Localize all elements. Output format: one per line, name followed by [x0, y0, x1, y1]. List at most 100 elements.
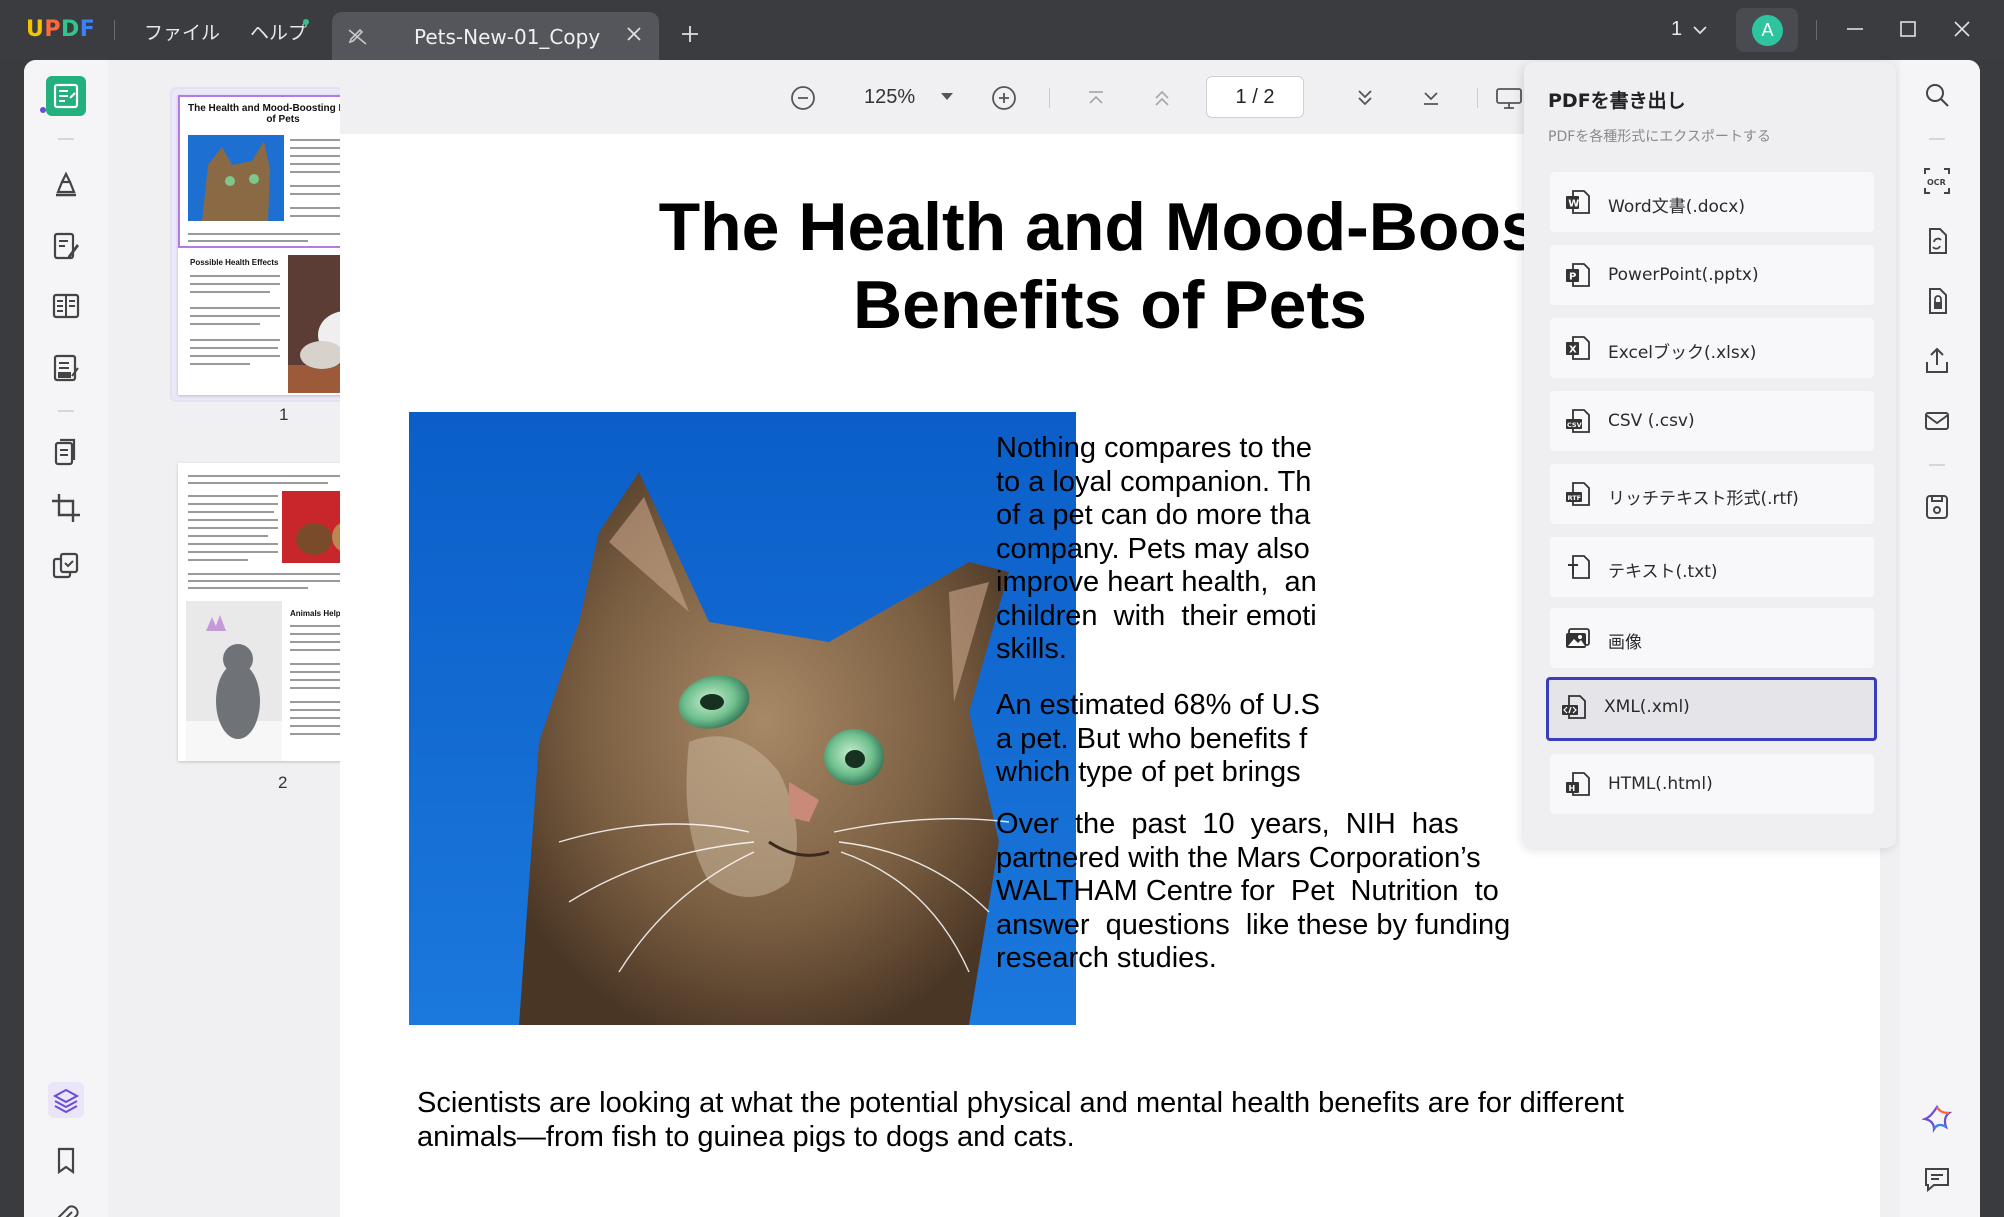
- edit-tool-button[interactable]: [46, 226, 86, 266]
- thumbnail-cat-image: [188, 135, 284, 221]
- document-tab[interactable]: Pets-New-01_Copy: [332, 12, 659, 60]
- thumbnail-panel: The Health and Mood-Boosting Benefits of…: [108, 60, 396, 1217]
- window-count[interactable]: 1: [1671, 18, 1682, 41]
- svg-text:P: P: [1569, 272, 1576, 283]
- account-button[interactable]: A: [1736, 8, 1798, 52]
- protect-icon[interactable]: [1922, 286, 1952, 316]
- search-icon[interactable]: [1922, 80, 1952, 110]
- xml-icon: [1562, 695, 1586, 719]
- page-separator: /: [1252, 86, 1258, 108]
- thumbnail-text-line: [190, 347, 278, 349]
- ai-assistant-icon[interactable]: [1922, 1104, 1952, 1134]
- last-page-icon[interactable]: [1417, 84, 1445, 112]
- form-tool-button[interactable]: [46, 348, 86, 388]
- active-indicator: [40, 107, 46, 113]
- maximize-icon[interactable]: [1895, 16, 1921, 42]
- compare-tool-button[interactable]: [46, 546, 86, 586]
- menu-help[interactable]: ヘルプ: [250, 18, 307, 45]
- edit-pdf-icon: [53, 232, 79, 260]
- left-toolbar: [24, 60, 108, 1217]
- previous-page-icon[interactable]: [1148, 84, 1176, 112]
- form-icon: [53, 354, 79, 382]
- svg-text:W: W: [1568, 199, 1579, 210]
- export-item-label: HTML(.html): [1608, 774, 1713, 794]
- thumbnail-text-line: [190, 307, 280, 309]
- export-panel-title: PDFを書き出し: [1548, 90, 1686, 112]
- updf-logo: UPDF: [26, 17, 96, 42]
- bookmarks-button[interactable]: [46, 1140, 86, 1180]
- csv-icon: CSV: [1566, 409, 1590, 433]
- right-toolbar: OCR: [1900, 60, 1980, 1217]
- thumbnail-text-line: [188, 511, 274, 513]
- tool-separator: [1929, 464, 1945, 466]
- next-page-icon[interactable]: [1351, 84, 1379, 112]
- thumbnail-text-line: [190, 275, 280, 277]
- export-image-button[interactable]: 画像: [1550, 608, 1874, 668]
- current-page: 1: [1235, 86, 1247, 108]
- tool-separator: [1929, 138, 1945, 140]
- tool-separator: [58, 410, 74, 412]
- comment-tool-button[interactable]: [46, 164, 86, 204]
- tab-title: Pets-New-01_Copy: [414, 25, 601, 49]
- zoom-dropdown-icon[interactable]: [940, 92, 954, 102]
- export-item-label: Excelブック(.xlsx): [1608, 343, 1757, 363]
- thumbnail-text-line: [190, 363, 250, 365]
- thumbnail-text-line: [190, 323, 260, 325]
- share-icon[interactable]: [1922, 346, 1952, 376]
- title-bar: UPDF ファイル ヘルプ Pets-New-01_Copy 1 A: [0, 0, 2004, 60]
- organize-pages-button[interactable]: [46, 286, 86, 326]
- thumbnail-text-line: [188, 240, 308, 242]
- export-item-label: 画像: [1608, 633, 1642, 653]
- export-excel-button[interactable]: X Excelブック(.xlsx): [1550, 318, 1874, 378]
- zoom-in-icon[interactable]: [990, 84, 1018, 112]
- first-page-icon[interactable]: [1082, 84, 1110, 112]
- close-tab-icon[interactable]: [622, 22, 646, 46]
- layers-button[interactable]: [46, 1080, 86, 1120]
- add-tab-icon[interactable]: [678, 22, 702, 46]
- word-icon: W: [1566, 190, 1590, 214]
- email-icon[interactable]: [1922, 406, 1952, 436]
- crop-tool-button[interactable]: [46, 488, 86, 528]
- page-number-input[interactable]: 1 / 2: [1206, 76, 1304, 118]
- paperclip-icon: [57, 1205, 79, 1217]
- toolbar-separator: [1477, 88, 1478, 108]
- thumbnail-text-line: [188, 503, 278, 505]
- presentation-icon[interactable]: [1494, 84, 1524, 112]
- attachments-button[interactable]: [46, 1198, 86, 1217]
- export-powerpoint-button[interactable]: P PowerPoint(.pptx): [1550, 245, 1874, 305]
- thumbnail-page-number: 2: [278, 773, 288, 792]
- pages-tool-button[interactable]: [46, 432, 86, 472]
- export-csv-button[interactable]: CSV CSV (.csv): [1550, 391, 1874, 451]
- thumbnail-text-line: [188, 543, 278, 545]
- thumbnail-page-number: 1: [279, 405, 289, 424]
- title-line-2: Benefits of Pets: [853, 267, 1367, 343]
- export-item-label: リッチテキスト形式(.rtf): [1608, 489, 1799, 509]
- zoom-out-icon[interactable]: [789, 84, 817, 112]
- edit-off-icon: [348, 28, 367, 45]
- comment-list-icon[interactable]: [1922, 1164, 1952, 1194]
- thumbnail-text-line: [188, 519, 278, 521]
- menu-file[interactable]: ファイル: [144, 18, 220, 45]
- minimize-icon[interactable]: [1842, 16, 1868, 42]
- export-text-button[interactable]: テキスト(.txt): [1550, 537, 1874, 597]
- convert-icon[interactable]: [1922, 226, 1952, 256]
- export-word-button[interactable]: W Word文書(.docx): [1550, 172, 1874, 232]
- export-xml-button[interactable]: XML(.xml): [1546, 677, 1877, 741]
- chevron-down-icon[interactable]: [1690, 20, 1710, 40]
- save-icon[interactable]: [1922, 492, 1952, 522]
- bookmark-icon: [57, 1147, 75, 1175]
- thumbnail-text-line: [190, 339, 280, 341]
- zoom-level[interactable]: 125%: [864, 86, 915, 109]
- reader-mode-button[interactable]: [40, 76, 86, 116]
- thumbnail-text-line: [190, 315, 280, 317]
- ocr-icon[interactable]: OCR: [1922, 166, 1952, 196]
- compare-icon: [52, 552, 79, 579]
- export-rtf-button[interactable]: RTF リッチテキスト形式(.rtf): [1550, 464, 1874, 524]
- export-item-label: Word文書(.docx): [1608, 197, 1745, 217]
- reader-icon: [53, 83, 79, 109]
- pages-icon: [54, 438, 76, 466]
- title-line-1: The Health and Mood-Boost: [658, 189, 1562, 265]
- bottom-paragraph: Scientists are looking at what the poten…: [417, 1087, 1624, 1153]
- close-window-icon[interactable]: [1949, 16, 1975, 42]
- export-html-button[interactable]: H HTML(.html): [1550, 754, 1874, 814]
